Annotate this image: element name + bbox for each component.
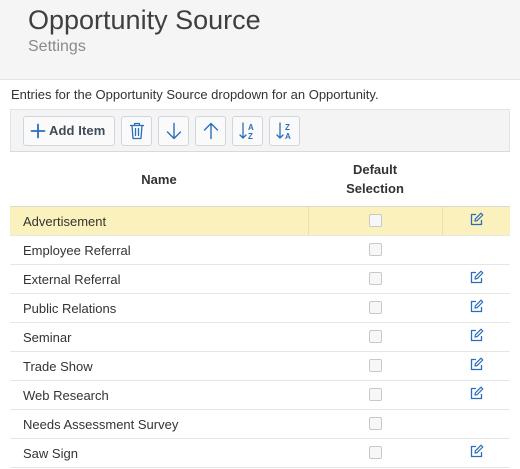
row-edit-cell [442, 264, 510, 294]
table-row[interactable]: Web Research [10, 380, 510, 410]
sort-ascending-icon: A Z [238, 121, 254, 141]
default-selection-checkbox[interactable] [368, 300, 382, 314]
move-up-button[interactable] [195, 115, 226, 146]
items-table: Name Default Selection Advertisement Empl… [10, 151, 510, 468]
column-header-default-selection[interactable]: Default Selection [308, 151, 442, 207]
row-edit-cell [441, 206, 510, 236]
row-default-cell [308, 438, 442, 468]
row-default-cell [308, 322, 442, 352]
page-subtitle: Settings [28, 38, 86, 55]
svg-text:A: A [248, 123, 254, 132]
table-row[interactable]: Seminar [10, 322, 510, 352]
row-name: Employee Referral [10, 235, 308, 265]
delete-button[interactable] [121, 115, 152, 146]
row-name: Saw Sign [10, 438, 308, 468]
page-title: Opportunity Source [28, 5, 261, 35]
row-name: Public Relations [10, 293, 308, 323]
default-selection-checkbox[interactable] [368, 416, 382, 430]
row-name: Trade Show [10, 351, 308, 381]
edit-icon[interactable] [469, 299, 484, 317]
row-edit-cell [442, 438, 510, 468]
default-selection-checkbox[interactable] [368, 329, 382, 343]
plus-icon [30, 123, 46, 138]
svg-text:A: A [285, 132, 291, 141]
toolbar: Add Item A Z Z A [10, 109, 510, 151]
table-header-row: Name Default Selection [10, 151, 510, 207]
default-selection-checkbox[interactable] [368, 358, 382, 372]
row-default-cell [308, 351, 442, 381]
table-row[interactable]: Trade Show [10, 351, 510, 381]
svg-text:Z: Z [285, 123, 290, 132]
row-edit-cell [442, 351, 510, 381]
column-header-name[interactable]: Name [10, 151, 308, 207]
row-name: External Referral [10, 264, 308, 294]
default-header-line2: Selection [346, 181, 404, 196]
edit-icon[interactable] [469, 328, 484, 346]
table-row[interactable]: Advertisement [10, 206, 510, 236]
row-default-cell [308, 264, 442, 294]
default-selection-checkbox[interactable] [368, 387, 382, 401]
row-name: Advertisement [10, 206, 308, 236]
row-edit-cell [442, 293, 510, 323]
row-name: Needs Assessment Survey [10, 409, 308, 439]
default-selection-checkbox[interactable] [368, 445, 382, 459]
table-body: Advertisement Employee Referral External R… [10, 206, 510, 468]
table-row[interactable]: Public Relations [10, 293, 510, 323]
table-row[interactable]: Saw Sign [10, 438, 510, 468]
table-row[interactable]: External Referral [10, 264, 510, 294]
row-edit-cell [442, 380, 510, 410]
move-down-button[interactable] [158, 115, 189, 146]
sort-ascending-button[interactable]: A Z [232, 115, 263, 146]
row-name: Web Research [10, 380, 308, 410]
arrow-up-icon [203, 122, 218, 139]
row-default-cell [308, 235, 442, 265]
add-item-button[interactable]: Add Item [23, 115, 115, 146]
description-text: Entries for the Opportunity Source dropd… [11, 87, 379, 102]
sort-descending-button[interactable]: Z A [269, 115, 300, 146]
default-selection-checkbox[interactable] [368, 213, 382, 227]
svg-text:Z: Z [248, 132, 253, 141]
page-header: Opportunity Source Settings [0, 0, 520, 80]
edit-icon[interactable] [469, 386, 484, 404]
column-header-edit [442, 151, 510, 207]
row-edit-cell [442, 322, 510, 352]
row-default-cell [308, 409, 442, 439]
row-edit-cell [442, 235, 510, 265]
row-default-cell [308, 293, 442, 323]
default-selection-checkbox[interactable] [368, 271, 382, 285]
row-default-cell [308, 380, 442, 410]
edit-icon[interactable] [469, 357, 484, 375]
sort-descending-icon: Z A [275, 121, 291, 141]
arrow-down-icon [166, 122, 181, 139]
table-row[interactable]: Employee Referral [10, 235, 510, 265]
default-selection-checkbox[interactable] [368, 242, 382, 256]
row-edit-cell [442, 409, 510, 439]
default-header-line1: Default [352, 162, 398, 177]
edit-icon[interactable] [469, 444, 484, 462]
row-name: Seminar [10, 322, 308, 352]
edit-icon[interactable] [469, 212, 484, 230]
items-grid: Name Default Selection Advertisement Empl… [10, 151, 510, 468]
row-default-cell [307, 206, 442, 236]
trash-icon [129, 122, 144, 139]
add-item-label: Add Item [49, 123, 106, 138]
edit-icon[interactable] [469, 270, 484, 288]
table-row[interactable]: Needs Assessment Survey [10, 409, 510, 439]
